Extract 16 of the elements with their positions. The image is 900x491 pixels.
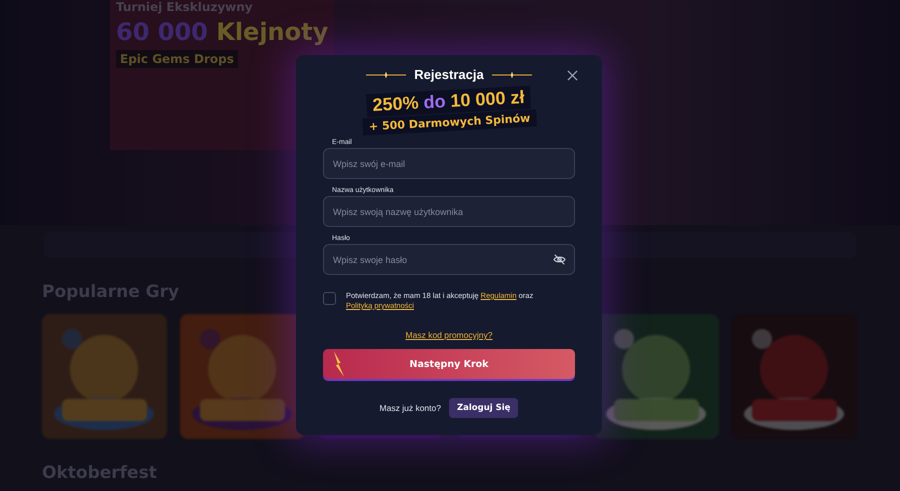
lightning-icon (333, 349, 345, 379)
login-prompt: Masz już konto? (380, 403, 441, 413)
dialog-title: Rejestracja (414, 67, 484, 82)
promo-code-link[interactable]: Masz kod promocyjny? (406, 330, 492, 340)
sparkle-line-icon (492, 70, 532, 78)
sparkle-line-icon (366, 70, 406, 78)
banner-headline: 60 000 Klejnoty (116, 18, 328, 46)
checkbox[interactable] (323, 292, 336, 305)
input-field[interactable]: Wpisz swoje hasło (323, 244, 575, 275)
close-icon[interactable] (565, 68, 580, 83)
login-button[interactable]: Zaloguj Się (448, 398, 518, 418)
banner-subtitle: Epic Gems Drops (116, 50, 238, 68)
eye-slash-icon[interactable] (553, 254, 566, 265)
input-field[interactable]: Wpisz swój e-mail (323, 148, 575, 179)
next-step-button[interactable]: Następny Krok (323, 349, 575, 379)
input-field[interactable]: Wpisz swoją nazwę użytkownika (323, 196, 575, 227)
